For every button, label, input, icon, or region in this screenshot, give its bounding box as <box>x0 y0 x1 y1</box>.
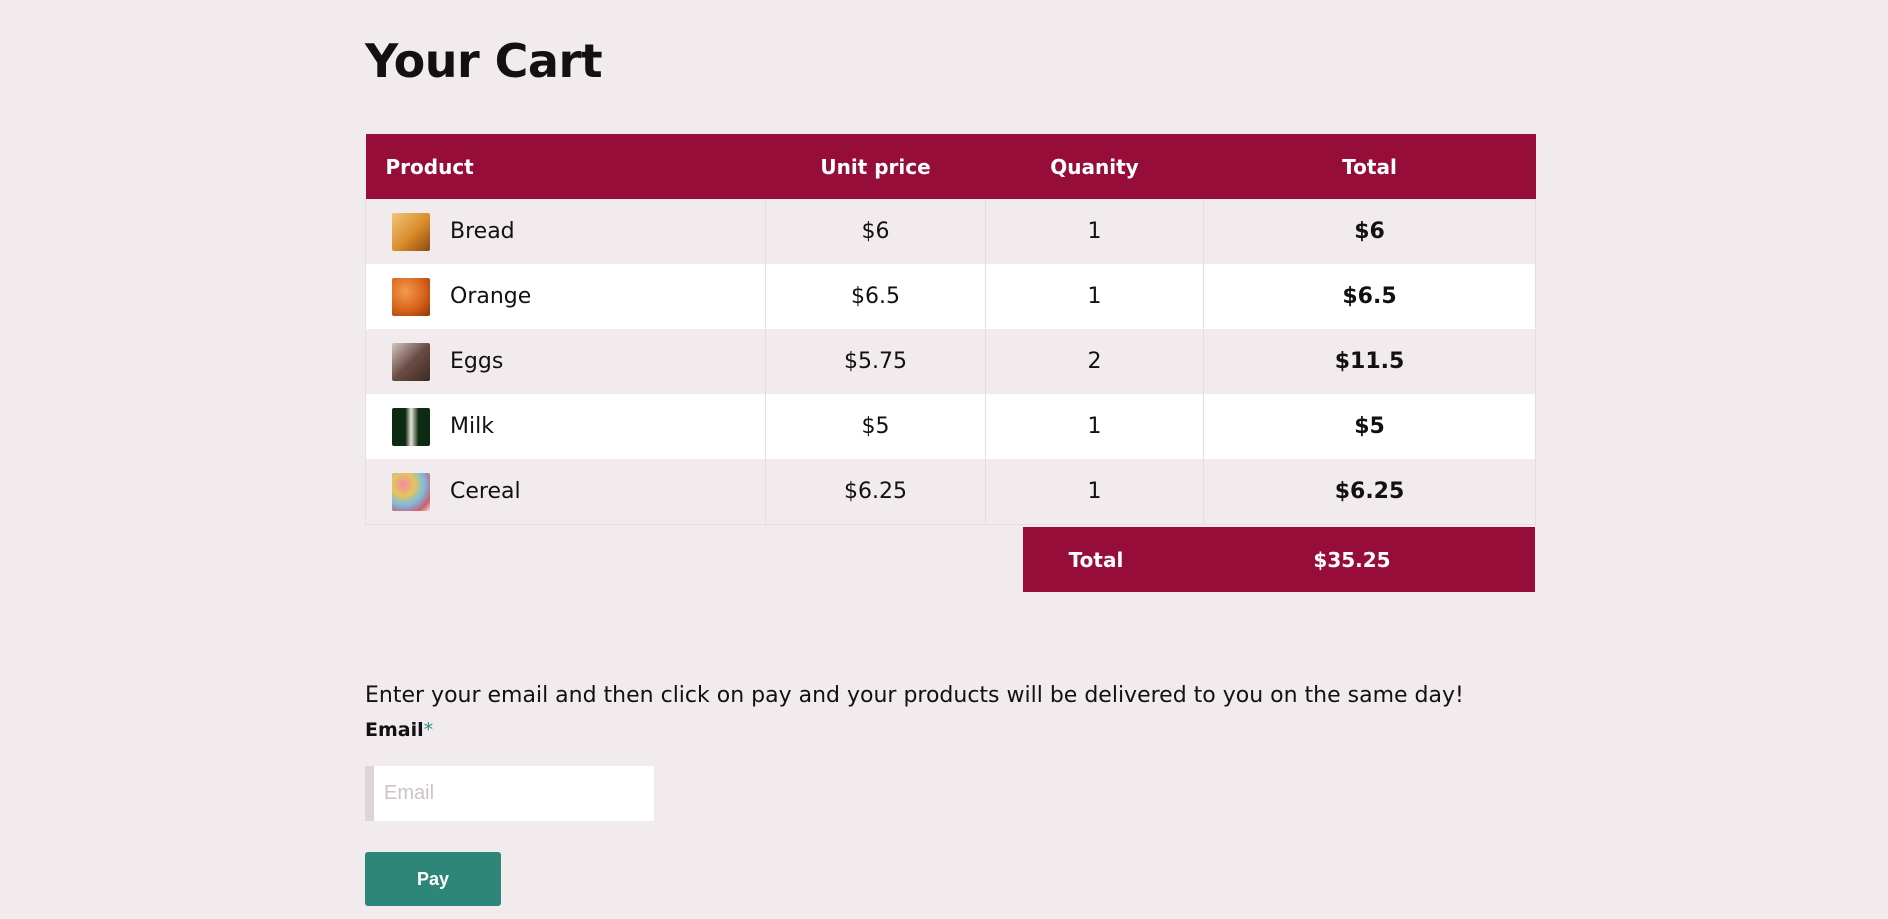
table-row: Bread $6 1 $6 <box>365 199 1536 264</box>
required-marker: * <box>423 719 434 741</box>
header-total: Total <box>1203 134 1536 199</box>
cart-total-value: $35.25 <box>1313 547 1391 572</box>
row-total: $6.25 <box>1203 459 1536 525</box>
row-total: $6 <box>1203 199 1536 264</box>
quantity: 1 <box>985 394 1204 459</box>
cereal-thumbnail-icon <box>392 472 430 511</box>
email-input[interactable] <box>365 766 654 821</box>
quantity: 1 <box>985 264 1204 329</box>
table-row: Milk $5 1 $5 <box>365 394 1536 459</box>
unit-price: $6.5 <box>765 264 986 329</box>
orange-thumbnail-icon <box>392 277 430 316</box>
table-row: Orange $6.5 1 $6.5 <box>365 264 1536 329</box>
eggs-thumbnail-icon <box>392 342 430 381</box>
unit-price: $5 <box>765 394 986 459</box>
product-name: Cereal <box>450 479 521 504</box>
product-cell: Milk <box>365 394 766 459</box>
product-cell: Eggs <box>365 329 766 394</box>
unit-price: $5.75 <box>765 329 986 394</box>
product-cell: Bread <box>365 199 766 264</box>
header-unit-price: Unit price <box>765 134 986 199</box>
email-label-text: Email <box>365 719 424 741</box>
quantity: 1 <box>985 459 1204 525</box>
table-row: Cereal $6.25 1 $6.25 <box>365 459 1536 525</box>
product-name: Milk <box>450 414 494 439</box>
table-header-row: Product Unit price Quanity Total <box>365 134 1536 199</box>
table-row: Eggs $5.75 2 $11.5 <box>365 329 1536 394</box>
row-total: $5 <box>1203 394 1536 459</box>
checkout-info-text: Enter your email and then click on pay a… <box>365 683 1464 708</box>
quantity: 1 <box>985 199 1204 264</box>
cart-total-summary: Total $35.25 <box>1023 527 1535 592</box>
product-cell: Orange <box>365 264 766 329</box>
unit-price: $6.25 <box>765 459 986 525</box>
row-total: $11.5 <box>1203 329 1536 394</box>
milk-thumbnail-icon <box>392 407 430 446</box>
product-name: Orange <box>450 284 532 309</box>
page-title: Your Cart <box>365 34 603 88</box>
product-name: Eggs <box>450 349 504 374</box>
product-name: Bread <box>450 219 515 244</box>
quantity: 2 <box>985 329 1204 394</box>
unit-price: $6 <box>765 199 986 264</box>
header-product: Product <box>365 134 766 199</box>
cart-total-label: Total <box>1068 547 1124 572</box>
cart-table: Product Unit price Quanity Total Bread $… <box>365 134 1536 525</box>
bread-thumbnail-icon <box>392 212 430 251</box>
row-total: $6.5 <box>1203 264 1536 329</box>
email-label: Email* <box>365 719 433 741</box>
pay-button[interactable]: Pay <box>365 852 501 906</box>
header-quantity: Quanity <box>985 134 1204 199</box>
product-cell: Cereal <box>365 459 766 525</box>
